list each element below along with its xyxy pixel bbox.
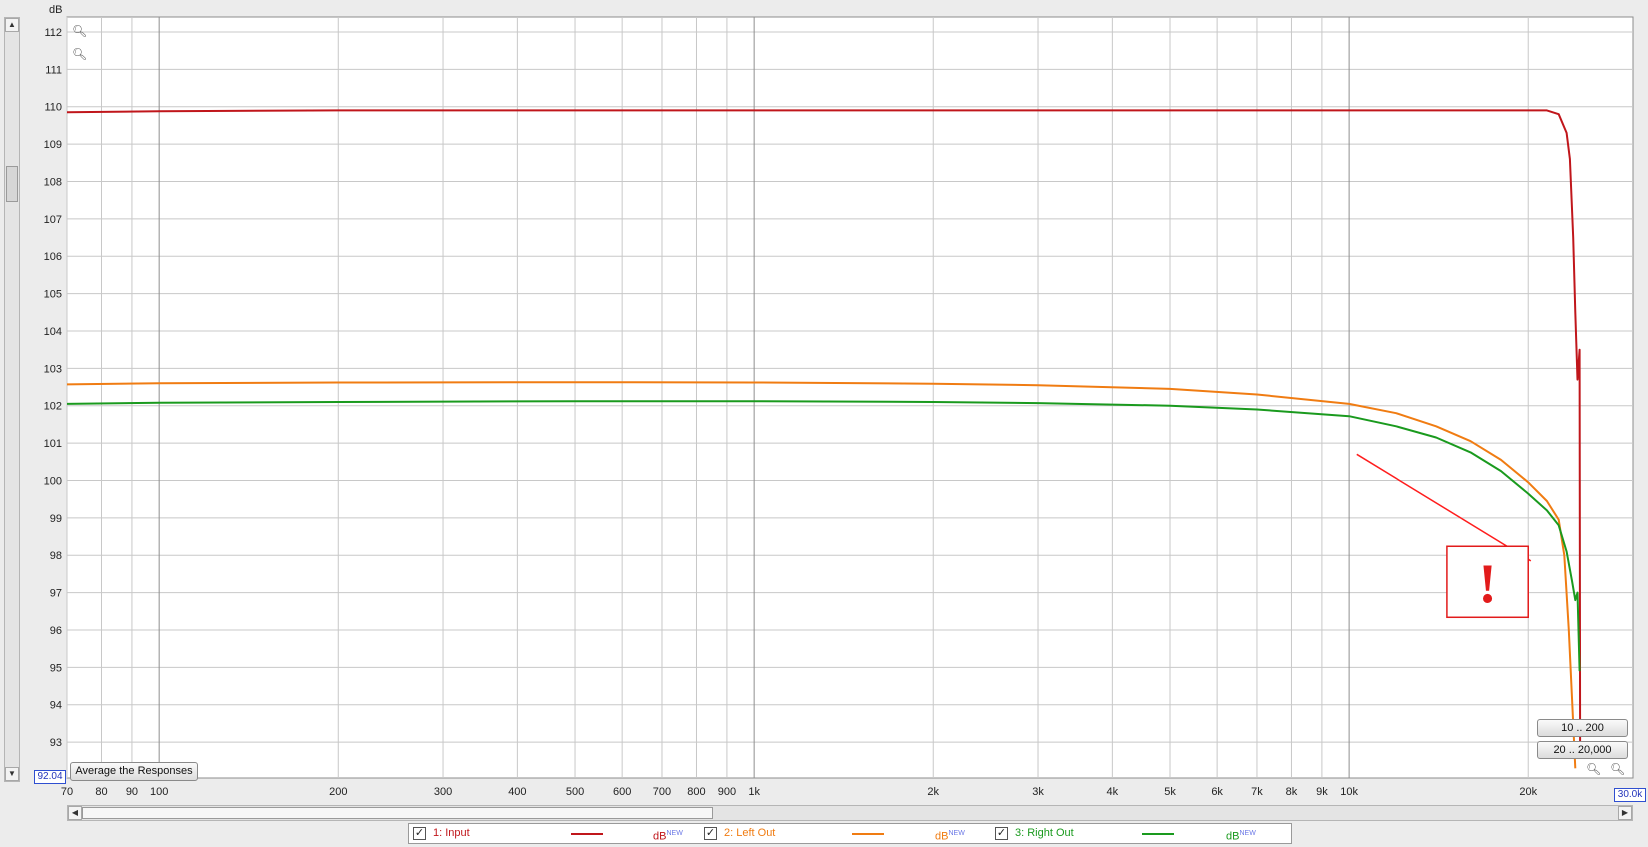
horizontal-scroll-thumb[interactable] (82, 807, 713, 819)
x-tick-label: 6k (1211, 786, 1223, 798)
x-tick-label: 8k (1286, 786, 1298, 798)
vertical-scrollbar[interactable]: ▲ ▼ (4, 17, 20, 782)
y-axis-label: dB (49, 4, 62, 16)
legend-unit-sup: NEW (666, 830, 683, 837)
measurement-window: ! 93 94 95 96 97 98 99 100 101 102 103 104 105 106 107… (0, 0, 1648, 845)
average-responses-button[interactable]: Average the Responses (70, 762, 198, 781)
legend-swatch-left-out (852, 833, 884, 835)
legend-unit-text: dB (1226, 830, 1240, 843)
x-tick-label: 700 (653, 786, 671, 798)
scroll-left-icon[interactable]: ◀ (68, 806, 82, 820)
legend-unit-left-out: dBNEW (935, 824, 965, 847)
y-tick-label: 105 (44, 289, 62, 301)
y-tick-label: 100 (44, 475, 62, 487)
x-tick-label: 400 (508, 786, 526, 798)
checkbox-right-out[interactable]: ✓ (995, 827, 1008, 840)
y-tick-label: 102 (44, 401, 62, 413)
x-tick-label: 900 (718, 786, 736, 798)
scroll-down-icon[interactable]: ▼ (5, 767, 19, 781)
y-tick-label: 110 (44, 102, 62, 114)
legend-label-input: 1: Input (433, 827, 470, 839)
legend-label-left-out: 2: Left Out (724, 827, 776, 839)
legend-item-right-out[interactable]: ✓ 3: Right Out dBNEW (991, 824, 1291, 843)
x-tick-label: 9k (1316, 786, 1328, 798)
x-tick-label: 90 (126, 786, 138, 798)
plot-background (66, 16, 1634, 779)
x-zoom-out-icon[interactable]: 🔍︎ (1610, 762, 1625, 776)
vertical-scroll-thumb[interactable] (6, 166, 18, 202)
y-tick-labels: 93 94 95 96 97 98 99 100 101 102 103 104 105 106 107 10… (44, 27, 62, 749)
legend-item-left-out[interactable]: ✓ 2: Left Out dBNEW (700, 824, 992, 843)
y-tick-label: 97 (50, 588, 62, 600)
legend-swatch-right-out (1142, 833, 1174, 835)
legend-unit-right-out: dBNEW (1226, 824, 1256, 847)
legend-unit-sup: NEW (1239, 830, 1256, 837)
y-tick-label: 108 (44, 176, 62, 188)
legend-unit-sup: NEW (948, 830, 965, 837)
y-tick-label: 99 (50, 513, 62, 525)
legend: ✓ 1: Input dBNEW ✓ 2: Left Out dBNEW ✓ 3… (408, 823, 1292, 844)
annotation-exclamation: ! (1478, 553, 1497, 615)
y-tick-label: 111 (45, 64, 62, 76)
y-tick-label: 94 (50, 700, 62, 712)
x-tick-label: 2k (927, 786, 939, 798)
y-tick-label: 103 (44, 363, 62, 375)
legend-label-right-out: 3: Right Out (1015, 827, 1074, 839)
y-tick-label: 106 (44, 251, 62, 263)
checkbox-left-out[interactable]: ✓ (704, 827, 717, 840)
y-tick-label: 96 (50, 625, 62, 637)
x-tick-label: 5k (1164, 786, 1176, 798)
y-tick-label: 95 (50, 662, 62, 674)
x-tick-label: 1k (748, 786, 760, 798)
x-max-readout[interactable]: 30.0k (1614, 788, 1646, 802)
y-tick-label: 98 (50, 550, 62, 562)
x-tick-label: 800 (687, 786, 705, 798)
y-tick-label: 101 (44, 438, 62, 450)
legend-item-input[interactable]: ✓ 1: Input dBNEW (409, 824, 701, 843)
scroll-up-icon[interactable]: ▲ (5, 18, 19, 32)
x-tick-label: 100 (150, 786, 168, 798)
x-tick-label: 300 (434, 786, 452, 798)
y-min-readout[interactable]: 92.04 (34, 770, 66, 784)
x-tick-label: 600 (613, 786, 631, 798)
horizontal-scrollbar[interactable]: ◀ ▶ (67, 805, 1633, 821)
legend-unit-text: dB (935, 830, 949, 843)
scroll-right-icon[interactable]: ▶ (1618, 806, 1632, 820)
checkbox-input[interactable]: ✓ (413, 827, 426, 840)
x-tick-label: 20k (1519, 786, 1537, 798)
zoom-preset-10-200-button[interactable]: 10 .. 200 (1537, 719, 1628, 737)
x-tick-label: 70 (61, 786, 73, 798)
x-tick-label: 4k (1107, 786, 1119, 798)
zoom-out-icon[interactable]: 🔍︎ (72, 47, 87, 61)
y-tick-label: 104 (44, 326, 62, 338)
legend-unit-input: dBNEW (653, 824, 683, 847)
x-zoom-in-icon[interactable]: 🔍︎ (1586, 762, 1601, 776)
y-tick-label: 107 (44, 214, 62, 226)
x-tick-label: 10k (1340, 786, 1358, 798)
x-tick-label: 7k (1251, 786, 1263, 798)
x-tick-label: 80 (95, 786, 107, 798)
x-tick-label: 500 (566, 786, 584, 798)
x-tick-label: 3k (1032, 786, 1044, 798)
y-tick-label: 112 (44, 27, 62, 39)
legend-swatch-input (571, 833, 603, 835)
y-tick-label: 93 (50, 737, 62, 749)
legend-unit-text: dB (653, 830, 667, 843)
zoom-in-icon[interactable]: 🔍︎ (72, 24, 87, 38)
y-tick-label: 109 (44, 139, 62, 151)
x-tick-labels: 70 80 90 100 200 300 400 500 600 700 800 900 1k 2k 3k 4… (61, 786, 1538, 798)
zoom-preset-20-20000-button[interactable]: 20 .. 20,000 (1537, 741, 1628, 759)
x-tick-label: 200 (329, 786, 347, 798)
frequency-response-chart: ! 93 94 95 96 97 98 99 100 101 102 103 104 105 106 107… (44, 4, 1634, 798)
